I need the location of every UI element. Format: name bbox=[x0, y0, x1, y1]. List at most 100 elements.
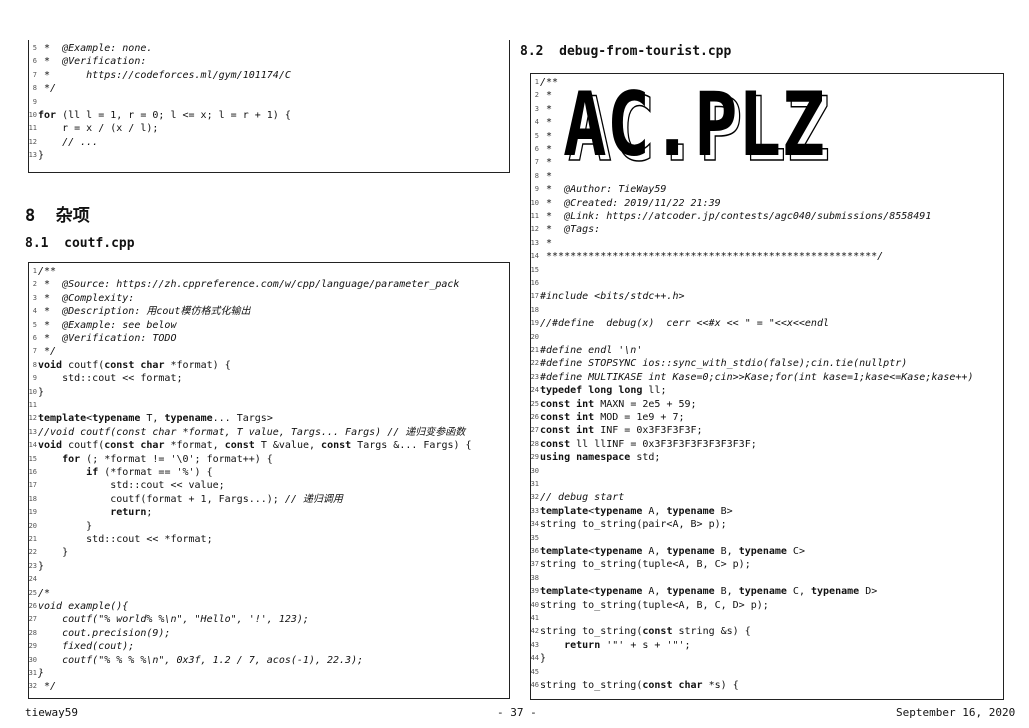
code-line: * bbox=[540, 144, 553, 155]
code-line: void example(){ bbox=[38, 601, 129, 612]
code-line: } bbox=[38, 520, 93, 532]
footer-date: September 16, 2020 bbox=[896, 706, 1016, 719]
line-number: 3 bbox=[32, 293, 37, 302]
line-number: 38 bbox=[530, 573, 539, 582]
line-number: 26 bbox=[530, 413, 539, 421]
line-number: 11 bbox=[28, 124, 37, 133]
footer-author: tieway59 bbox=[25, 706, 78, 719]
code-line: } bbox=[38, 560, 45, 572]
code-line: * @Link: https://atcoder.jp/contests/agc… bbox=[540, 211, 932, 222]
code-line: using namespace std; bbox=[540, 452, 661, 464]
code-line: for (ll l = 1, r = 0; l <= x; l = r + 1)… bbox=[38, 110, 291, 121]
code-line: * @Verification: TODO bbox=[38, 333, 177, 344]
code-line: * @Description: 用cout模仿格式化输出 bbox=[38, 306, 251, 318]
code-line: std::cout << value; bbox=[38, 480, 225, 492]
line-number: 32 bbox=[28, 682, 37, 691]
line-number: 4 bbox=[32, 307, 37, 316]
code-line: } bbox=[38, 547, 69, 559]
line-number: 8 bbox=[32, 84, 37, 93]
line-number: 37 bbox=[530, 560, 539, 569]
line-number: 33 bbox=[530, 506, 539, 515]
line-number: 30 bbox=[28, 655, 37, 664]
line-number: 40 bbox=[530, 600, 539, 609]
code-line: return '"' + s + '"'; bbox=[564, 639, 691, 651]
line-number: 39 bbox=[530, 587, 539, 596]
line-number: 31 bbox=[530, 480, 539, 488]
code-line: * bbox=[540, 237, 553, 249]
code-line: string to_string(tuple<A, B, C> p); bbox=[540, 559, 751, 571]
line-number: 22 bbox=[28, 548, 37, 557]
code-line: #define endl '\n' bbox=[540, 345, 643, 356]
code-line: */ bbox=[38, 83, 57, 95]
code-line: template<typename A, typename B, typenam… bbox=[540, 586, 878, 598]
line-number: 10 bbox=[530, 198, 539, 207]
line-number: 18 bbox=[28, 494, 37, 503]
code-line: #include <bits/stdc++.h> bbox=[540, 291, 685, 303]
code-line: string to_string(const string &s) { bbox=[540, 626, 751, 638]
line-number: 16 bbox=[28, 468, 37, 476]
code-line: #define STOPSYNC ios::sync_with_stdio(fa… bbox=[540, 358, 908, 370]
code-line: coutf("% world% %\n", "Hello", '!', 123)… bbox=[38, 614, 309, 626]
line-number: 8 bbox=[32, 360, 37, 369]
line-number: 2 bbox=[32, 280, 37, 289]
line-number: 7 bbox=[534, 158, 539, 167]
line-number: 30 bbox=[530, 466, 539, 475]
line-number: 19 bbox=[28, 508, 37, 517]
code-line: * bbox=[540, 157, 553, 169]
subsection-title: debug-from-tourist.cpp bbox=[559, 44, 732, 59]
code-line: // ... bbox=[38, 136, 99, 148]
code-line: #define MULTIKASE int Kase=0;cin>>Kase;f… bbox=[540, 371, 974, 383]
line-number: 27 bbox=[28, 615, 37, 624]
code-line: std::cout << *format; bbox=[38, 534, 213, 545]
line-number: 13 bbox=[28, 151, 37, 160]
line-number: 1 bbox=[534, 78, 539, 86]
code-line: * @Complexity: bbox=[38, 292, 135, 304]
code-line: void coutf(const char *format, const T &… bbox=[38, 440, 472, 452]
line-number: 46 bbox=[530, 681, 539, 689]
line-number: 28 bbox=[28, 628, 37, 637]
line-number: 35 bbox=[530, 533, 539, 542]
line-number: 44 bbox=[530, 654, 539, 663]
line-number: 15 bbox=[530, 265, 539, 274]
subsection-title: coutf.cpp bbox=[64, 236, 135, 251]
line-number: 21 bbox=[28, 535, 37, 543]
code-line: */ bbox=[38, 346, 57, 358]
code-line: string to_string(pair<A, B> p); bbox=[540, 519, 727, 531]
code-line: * @Author: TieWay59 bbox=[540, 184, 667, 196]
code-line: if (*format == '%') { bbox=[86, 467, 213, 478]
line-number: 12 bbox=[28, 137, 37, 146]
code-line: const int MOD = 1e9 + 7; bbox=[540, 412, 685, 423]
section-title: 杂项 bbox=[55, 206, 90, 226]
line-number: 19 bbox=[530, 319, 539, 328]
line-number: 29 bbox=[28, 642, 37, 651]
line-number: 17 bbox=[28, 481, 37, 490]
footer-page-number: - 37 - bbox=[497, 706, 537, 719]
subsection-number: 8.1 bbox=[25, 236, 49, 251]
code-line: ****************************************… bbox=[540, 251, 884, 263]
code-line: } bbox=[38, 150, 45, 162]
code-line: const int INF = 0x3F3F3F3F; bbox=[540, 425, 703, 437]
code-line: r = x / (x / l); bbox=[38, 123, 159, 135]
code-line: return; bbox=[110, 507, 153, 519]
line-number: 43 bbox=[530, 640, 539, 649]
line-number: 28 bbox=[530, 439, 539, 448]
line-number: 12 bbox=[28, 414, 37, 423]
line-number: 45 bbox=[530, 667, 539, 676]
code-line: for (; *format != '\0'; format++) { bbox=[62, 453, 273, 465]
line-number: 24 bbox=[28, 575, 37, 584]
subsection-number: 8.2 bbox=[520, 44, 544, 59]
line-number: 13 bbox=[28, 427, 37, 436]
code-line: template<typename A, typename B> bbox=[540, 505, 733, 517]
code-line: void coutf(const char *format) { bbox=[38, 359, 231, 371]
code-line: /** bbox=[540, 77, 559, 88]
line-number: 36 bbox=[530, 547, 539, 555]
line-number: 34 bbox=[530, 520, 539, 529]
line-number: 4 bbox=[534, 118, 539, 127]
code-line: * bbox=[540, 130, 553, 142]
code-line: string to_string(const char *s) { bbox=[540, 680, 739, 691]
code-line: } bbox=[38, 668, 45, 679]
line-number: 25 bbox=[28, 588, 37, 597]
code-line: } bbox=[38, 386, 45, 398]
line-number: 8 bbox=[534, 171, 539, 180]
line-number: 7 bbox=[32, 70, 37, 79]
